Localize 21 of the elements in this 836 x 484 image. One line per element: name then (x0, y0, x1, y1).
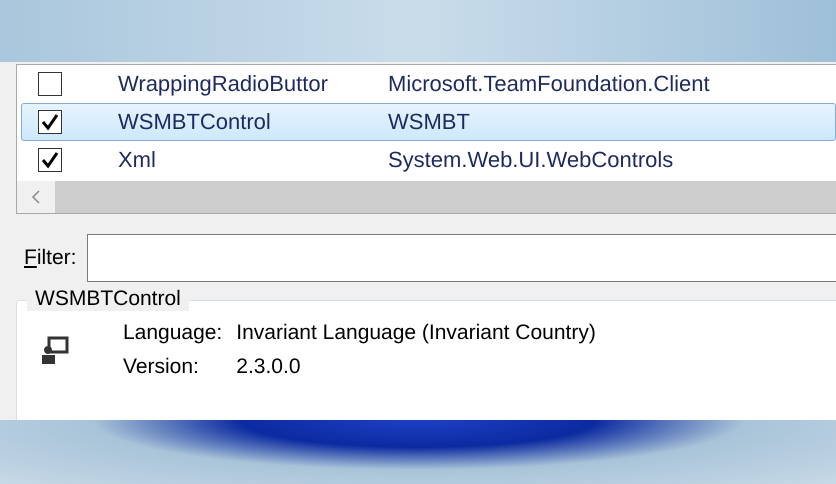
scroll-left-icon[interactable] (31, 189, 41, 205)
control-icon (39, 334, 71, 366)
list-row[interactable]: WSMBTControl WSMBT (21, 103, 836, 141)
item-name: WSMBTControl (118, 109, 272, 135)
field-label: Version: (123, 355, 200, 379)
item-namespace: WSMBT (388, 109, 470, 135)
checkbox[interactable] (38, 110, 62, 134)
field-value: Invariant Language (Invariant Country) (236, 321, 596, 345)
checkbox[interactable] (38, 72, 62, 96)
filter-field[interactable] (86, 234, 836, 282)
group-title: WSMBTControl (27, 287, 189, 311)
list-row[interactable]: WrappingRadioButtor Microsoft.TeamFoundation.Client (21, 65, 836, 103)
item-namespace: Microsoft.TeamFoundation.Client (388, 71, 710, 97)
item-name: Xml (118, 147, 157, 173)
item-namespace: System.Web.UI.WebControls (388, 147, 674, 173)
list-row[interactable]: Xml System.Web.UI.WebControls (21, 141, 836, 179)
field-value: 2.3.0.0 (236, 355, 302, 379)
field-label: Language: (123, 321, 222, 345)
item-name: WrappingRadioButtor (118, 71, 329, 97)
checkbox[interactable] (38, 148, 62, 172)
filter-label: Filter: (23, 246, 77, 270)
